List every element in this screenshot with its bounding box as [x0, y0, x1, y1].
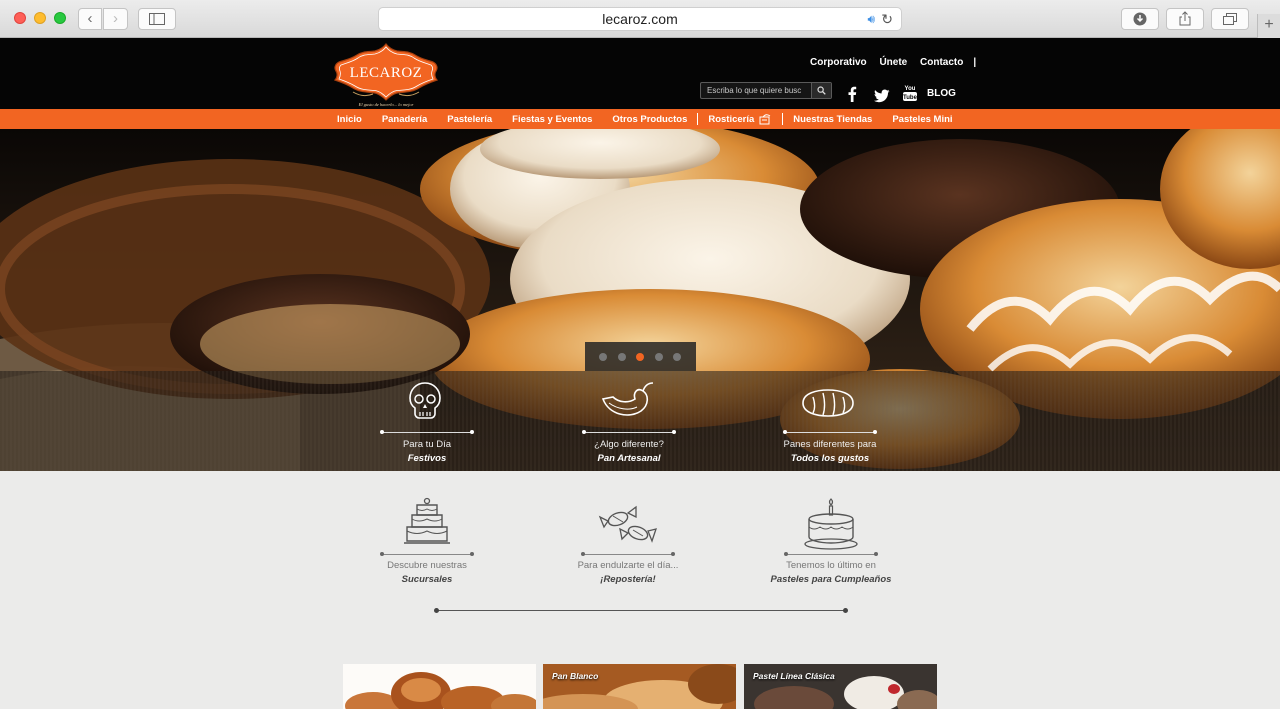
unete-link[interactable]: Únete: [879, 57, 907, 68]
card-label: Pastel Línea Clásica: [753, 671, 835, 681]
minimize-window-button[interactable]: [34, 12, 46, 24]
section-line1: Tenemos lo último en: [786, 560, 876, 571]
sidebar-icon: [149, 13, 165, 25]
reload-icon[interactable]: ↻: [881, 8, 893, 30]
feature-line1: Para tu Día: [402, 439, 452, 450]
nav-item-pasteleria[interactable]: Pastelería: [447, 114, 492, 125]
content-divider: [434, 608, 848, 613]
product-card-pastel-linea-clasica[interactable]: Pastel Línea Clásica: [744, 664, 937, 709]
search-button[interactable]: [811, 83, 831, 98]
download-icon: [1133, 12, 1147, 26]
feature-divider: [582, 430, 676, 434]
feature-line1: ¿Algo diferente?: [594, 439, 664, 450]
slider-dot[interactable]: [673, 353, 681, 361]
top-links: Corporativo Únete Contacto |: [810, 57, 977, 68]
candy-icon: [598, 505, 657, 543]
feature-divider: [380, 430, 474, 434]
share-button[interactable]: [1166, 8, 1204, 30]
facebook-icon[interactable]: [846, 85, 858, 103]
section-line1: Descubre nuestras: [387, 560, 467, 571]
forward-button[interactable]: ›: [103, 8, 128, 30]
close-window-button[interactable]: [14, 12, 26, 24]
contacto-link[interactable]: Contacto: [920, 57, 963, 68]
twitter-icon[interactable]: [874, 87, 890, 105]
section-line2: Sucursales: [401, 574, 453, 585]
nav-item-panaderia[interactable]: Panadería: [382, 114, 427, 125]
nav-separator: [782, 113, 784, 125]
blog-link[interactable]: BLOG: [927, 88, 956, 99]
site-header: LECAROZ El gusto de hacerlo... lo mejor …: [0, 38, 1280, 109]
card-label: Pan Blanco: [552, 671, 599, 681]
downloads-button[interactable]: [1121, 8, 1159, 30]
svg-text:Tube: Tube: [903, 95, 917, 101]
pastries-card-image: [343, 664, 536, 709]
feature-line1: Panes diferentes para: [783, 439, 877, 450]
tabs-overview-button[interactable]: [1211, 8, 1249, 30]
nav-item-pasteles-mini[interactable]: Pasteles Mini: [892, 114, 952, 125]
address-bar[interactable]: lecaroz.com 🔊︎ ↻: [378, 7, 902, 31]
section-line1: Para endulzarte el día...: [577, 560, 679, 571]
back-button[interactable]: ‹: [78, 8, 102, 30]
feature-divider: [783, 430, 877, 434]
feature-pan-artesanal[interactable]: ¿Algo diferente? Pan Artesanal: [552, 371, 702, 471]
search-icon: [817, 86, 826, 95]
feature-festivos[interactable]: Para tu Día Festivos: [350, 371, 500, 471]
section-line2: ¡Repostería!: [600, 574, 656, 585]
feature-line2: Pan Artesanal: [597, 453, 661, 464]
hero-slider[interactable]: Para tu Día Festivos ¿Algo diferente? Pa…: [0, 129, 1280, 471]
nav-separator: [697, 113, 699, 125]
logo-tagline: El gusto de hacerlo... lo mejor: [358, 102, 414, 107]
section-pasteles-cumpleanos[interactable]: Tenemos lo último en Pasteles para Cumpl…: [751, 471, 911, 601]
browser-chrome: ‹ › lecaroz.com 🔊︎ ↻ +: [0, 0, 1280, 38]
nav-item-rosticeria[interactable]: Rosticería: [708, 114, 772, 125]
section-reposteria[interactable]: Para endulzarte el día... ¡Repostería!: [548, 471, 708, 601]
maximize-window-button[interactable]: [54, 12, 66, 24]
nav-item-inicio[interactable]: Inicio: [337, 114, 362, 125]
svg-text:You: You: [905, 86, 916, 92]
new-tab-button[interactable]: +: [1257, 14, 1280, 38]
url-text: lecaroz.com: [602, 11, 678, 27]
feature-todos-los-gustos[interactable]: Panes diferentes para Todos los gustos: [753, 371, 903, 471]
slider-dot[interactable]: [655, 353, 663, 361]
slider-dot-active[interactable]: [636, 353, 644, 361]
hero-feature-band: Para tu Día Festivos ¿Algo diferente? Pa…: [0, 371, 1280, 471]
pepper-icon: [601, 382, 654, 416]
sidebar-toggle-button[interactable]: [138, 8, 176, 30]
product-card-pan-blanco[interactable]: Pan Blanco: [543, 664, 736, 709]
section-sucursales[interactable]: Descubre nuestras Sucursales: [347, 471, 507, 601]
nav-item-fiestas-y-eventos[interactable]: Fiestas y Eventos: [512, 114, 592, 125]
cake-icon: [404, 497, 450, 544]
lecaroz-logo[interactable]: LECAROZ El gusto de hacerlo... lo mejor: [333, 42, 439, 108]
main-nav: Inicio Panadería Pastelería Fiestas y Ev…: [0, 109, 1280, 129]
nav-item-nuestras-tiendas[interactable]: Nuestras Tiendas: [793, 114, 872, 125]
delivery-icon: [759, 113, 771, 124]
slider-dot[interactable]: [599, 353, 607, 361]
section-divider: [784, 552, 878, 556]
youtube-icon[interactable]: You Tube: [903, 84, 917, 102]
birthday-cake-icon: [804, 498, 858, 550]
nav-item-rosticeria-label: Rosticería: [708, 113, 755, 125]
share-icon: [1179, 11, 1191, 26]
section-line2: Pasteles para Cumpleaños: [770, 574, 892, 585]
skull-icon: [409, 382, 441, 419]
product-card[interactable]: [343, 664, 536, 709]
slider-pagination: [585, 342, 696, 371]
section-divider: [380, 552, 474, 556]
slider-dot[interactable]: [618, 353, 626, 361]
feature-line2: Festivos: [407, 453, 447, 464]
section-divider: [581, 552, 675, 556]
feature-line2: Todos los gustos: [790, 453, 870, 464]
logo-text: LECAROZ: [350, 65, 423, 81]
search-input[interactable]: [707, 84, 811, 97]
speaker-icon[interactable]: 🔊︎: [867, 8, 875, 30]
site-search: [700, 82, 832, 99]
tabs-icon: [1223, 13, 1237, 25]
nav-item-otros-productos[interactable]: Otros Productos: [612, 114, 687, 125]
bread-icon: [802, 389, 854, 417]
content-section: Descubre nuestras Sucursales Para endulz…: [0, 471, 1280, 709]
corporativo-link[interactable]: Corporativo: [810, 57, 867, 68]
